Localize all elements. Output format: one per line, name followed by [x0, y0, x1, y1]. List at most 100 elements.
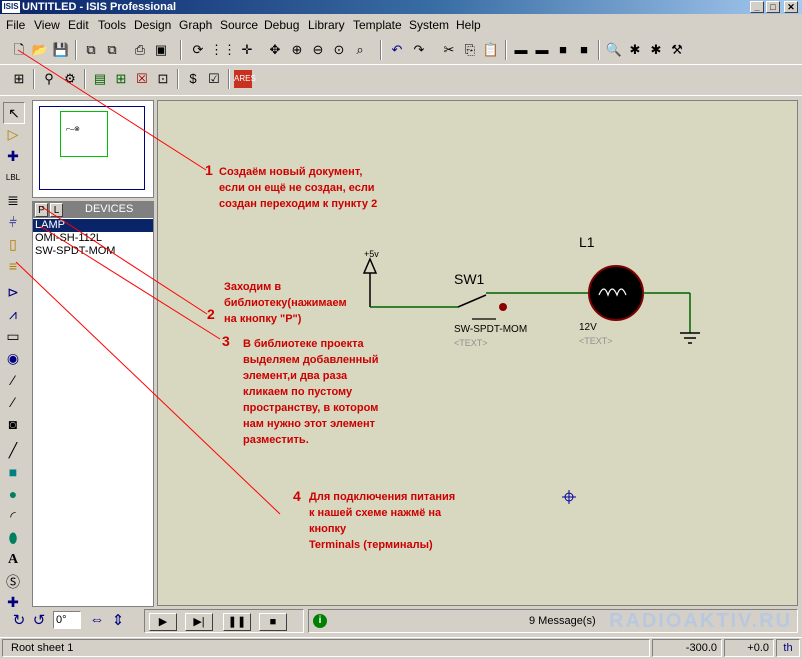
circle-tool-icon[interactable]: ●: [3, 484, 23, 504]
new-file-icon[interactable]: 🗋: [10, 41, 28, 59]
paste-icon[interactable]: 📋: [482, 41, 500, 59]
block-delete-icon[interactable]: ■: [575, 41, 593, 59]
zoom-child-icon[interactable]: ⊡: [154, 70, 172, 88]
overview-window[interactable]: ⌐–⊗: [32, 100, 154, 198]
generator-mode-icon[interactable]: ◉: [3, 348, 23, 368]
pick-devices-button[interactable]: P: [35, 203, 48, 217]
block-move-icon[interactable]: ▬: [533, 41, 551, 59]
virtual-instruments-icon[interactable]: ◙: [3, 414, 23, 434]
make-device-icon[interactable]: ✱: [626, 41, 644, 59]
text-script-icon[interactable]: ≣: [3, 190, 23, 210]
auto-router-icon[interactable]: ⊞: [10, 70, 28, 88]
open-folder-icon[interactable]: 📂: [31, 41, 49, 59]
bill-of-materials-icon[interactable]: $: [184, 70, 202, 88]
redo-icon[interactable]: ↷: [410, 41, 428, 59]
print-icon[interactable]: ⎙: [131, 41, 149, 59]
menu-edit[interactable]: Edit: [68, 18, 89, 32]
device-list-item-lamp[interactable]: LAMP: [33, 219, 153, 232]
path-tool-icon[interactable]: ⬮: [3, 528, 23, 548]
info-icon[interactable]: i: [313, 614, 327, 628]
step-button[interactable]: ▶|: [185, 613, 213, 631]
zoom-area-icon[interactable]: ⌕: [351, 41, 369, 59]
package-tool-icon[interactable]: ✱: [647, 41, 665, 59]
graph-mode-icon[interactable]: ⩘: [3, 304, 23, 324]
add-sheet-icon[interactable]: ⊞: [112, 70, 130, 88]
decompose-icon[interactable]: ⚒: [668, 41, 686, 59]
component-mode-icon[interactable]: ▷: [3, 124, 23, 144]
menu-system[interactable]: System: [409, 18, 449, 32]
block-rotate-icon[interactable]: ■: [554, 41, 572, 59]
line-tool-icon[interactable]: ╱: [3, 440, 23, 460]
zoom-in-icon[interactable]: ⊕: [288, 41, 306, 59]
mirror-vertical-icon[interactable]: ⇕: [109, 611, 127, 629]
message-count[interactable]: 9 Message(s): [529, 615, 596, 627]
menu-view[interactable]: View: [34, 18, 60, 32]
subcircuit-icon[interactable]: ▯: [3, 234, 23, 254]
save-icon[interactable]: 💾: [52, 41, 70, 59]
cut-icon[interactable]: ✂: [440, 41, 458, 59]
selection-mode-icon[interactable]: ↖: [3, 102, 25, 124]
title-bar: ISIS UNTITLED - ISIS Professional _ □ ✕: [0, 0, 802, 14]
device-list-item-omi[interactable]: OMI-SH-112L: [33, 232, 153, 245]
rotate-anticlockwise-icon[interactable]: ↺: [30, 611, 48, 629]
origin-icon[interactable]: ✛: [238, 41, 256, 59]
symbol-tool-icon[interactable]: Ⓢ: [3, 572, 23, 592]
property-tool-icon[interactable]: ⚙: [61, 70, 79, 88]
undo-icon[interactable]: ↶: [388, 41, 406, 59]
menu-file[interactable]: File: [6, 18, 25, 32]
refresh-icon[interactable]: ⟳: [189, 41, 207, 59]
menu-debug[interactable]: Debug: [264, 18, 299, 32]
grid-icon[interactable]: ⋮⋮: [210, 41, 236, 59]
visible-area-box[interactable]: [60, 111, 108, 157]
zoom-all-icon[interactable]: ⊙: [330, 41, 348, 59]
zoom-out-icon[interactable]: ⊖: [309, 41, 327, 59]
menu-source[interactable]: Source: [220, 18, 258, 32]
terminals-mode-icon[interactable]: ≡: [3, 256, 23, 276]
search-tag-icon[interactable]: ⚲: [40, 70, 58, 88]
device-list-item-switch[interactable]: SW-SPDT-MOM: [33, 245, 153, 258]
electrical-rule-check-icon[interactable]: ☑: [205, 70, 223, 88]
minimize-button[interactable]: _: [750, 1, 764, 13]
close-button[interactable]: ✕: [784, 1, 798, 13]
wire-label-icon[interactable]: LBL: [3, 168, 23, 188]
switch-reference: SW1: [454, 271, 485, 287]
pause-button[interactable]: ❚❚: [223, 613, 251, 631]
text-tool-icon[interactable]: A: [3, 550, 23, 570]
box-tool-icon[interactable]: ■: [3, 462, 23, 482]
library-manager-button[interactable]: L: [50, 203, 63, 217]
remove-sheet-icon[interactable]: ☒: [133, 70, 151, 88]
print-area-icon[interactable]: ▣: [152, 41, 170, 59]
export-icon[interactable]: ⧉: [103, 41, 121, 59]
device-pins-icon[interactable]: ⊳: [3, 282, 23, 302]
voltage-probe-icon[interactable]: ⁄: [3, 370, 23, 390]
menu-graph[interactable]: Graph: [179, 18, 212, 32]
import-icon[interactable]: ⧉: [82, 41, 100, 59]
menu-tools[interactable]: Tools: [98, 18, 126, 32]
menu-library[interactable]: Library: [308, 18, 345, 32]
current-probe-icon[interactable]: ⁄: [3, 392, 23, 412]
play-button[interactable]: ▶: [149, 613, 177, 631]
tape-recorder-icon[interactable]: ▭: [3, 326, 23, 346]
menu-template[interactable]: Template: [353, 18, 402, 32]
maximize-button[interactable]: □: [766, 1, 780, 13]
block-copy-icon[interactable]: ▬: [512, 41, 530, 59]
pick-device-icon[interactable]: 🔍: [605, 41, 623, 59]
window-title: UNTITLED - ISIS Professional: [22, 1, 177, 13]
pan-icon[interactable]: ✥: [266, 41, 284, 59]
stop-button[interactable]: ■: [259, 613, 287, 631]
new-sheet-icon[interactable]: ▤: [91, 70, 109, 88]
copy-icon[interactable]: ⎘: [461, 41, 479, 59]
arc-tool-icon[interactable]: ◜: [3, 506, 23, 526]
junction-dot-icon[interactable]: ✚: [3, 146, 23, 166]
buses-icon[interactable]: ⫩: [3, 212, 23, 232]
units-indicator[interactable]: th: [776, 639, 800, 657]
rotate-clockwise-icon[interactable]: ↻: [10, 611, 28, 629]
netlist-to-ares-icon[interactable]: ARES: [234, 70, 256, 88]
menu-help[interactable]: Help: [456, 18, 481, 32]
annotation-text-1: Создаём новый документ, если он ещё не с…: [219, 166, 378, 210]
rotation-angle-input[interactable]: 0°: [53, 611, 81, 629]
toolbar-separator: [380, 40, 382, 60]
sheet-border: ⌐–⊗: [39, 106, 145, 190]
mirror-horizontal-icon[interactable]: ⇔: [88, 611, 106, 629]
menu-design[interactable]: Design: [134, 18, 171, 32]
